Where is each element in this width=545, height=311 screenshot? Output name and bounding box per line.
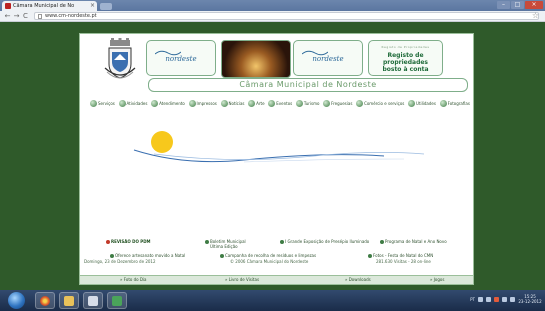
browser-tabstrip: Câmara Municipal de No × – □ × [0, 0, 545, 11]
register-line2: bosto à conta [382, 66, 429, 73]
nav-bullet-icon [188, 99, 196, 107]
footer-nav: » Foto do Dia » Livro de Visitas » Downl… [80, 275, 473, 284]
news-boletim[interactable]: Boletim Municipal Última Edição [205, 239, 246, 249]
nav-bullet-icon [118, 99, 126, 107]
bullet-icon [380, 239, 384, 244]
window-close-button[interactable]: × [525, 1, 543, 9]
nav-bullet-icon [268, 99, 276, 107]
mail-icon [88, 295, 98, 306]
clock-date: 23-12-2012 [518, 299, 542, 304]
new-tab-button[interactable] [100, 3, 112, 10]
nav-bullet-icon [439, 99, 447, 107]
site-title: Câmara Municipal de Nordeste [148, 78, 468, 92]
news-date: Domingo, 23 de Dezembro de 2012 [84, 259, 156, 264]
news-fotos-festa[interactable]: Fotos - Festa de Natal do CMN [368, 253, 433, 258]
taskbar-mail-button[interactable] [83, 292, 103, 309]
banner-left[interactable]: nordeste [146, 40, 216, 76]
browser-icon [40, 295, 50, 306]
system-clock[interactable]: 15:25 23-12-2012 [518, 294, 542, 304]
news-artesanato[interactable]: Oferece artesanato movido a Natal [110, 253, 185, 258]
nav-item-comercio[interactable]: Comércio e serviços [356, 99, 404, 107]
copyright: © 2006 Câmara Municipal do Nordeste [230, 259, 309, 264]
network-icon[interactable] [502, 297, 507, 302]
nav-item-eventos[interactable]: Eventos [268, 99, 292, 107]
antivirus-icon[interactable] [494, 297, 499, 302]
system-tray: PT [470, 297, 515, 302]
start-button[interactable] [8, 292, 25, 309]
nav-item-freguesias[interactable]: Freguesias [323, 99, 352, 107]
bookmark-star-icon[interactable]: ☆ [532, 12, 539, 20]
nav-item-atividades[interactable]: Atividades [118, 99, 147, 107]
flag-icon[interactable] [486, 297, 491, 302]
bullet-icon [220, 253, 224, 258]
bullet-icon [205, 239, 209, 244]
back-button[interactable]: ← [3, 12, 12, 20]
banner-left-logo: nordeste [165, 55, 197, 63]
sun-horizon-illustration [133, 131, 425, 163]
municipal-crest-icon [104, 38, 136, 79]
tab-title: Câmara Municipal de No [13, 3, 75, 9]
register-small-text: Registo de Propriedades [381, 45, 430, 49]
reload-button[interactable]: C [21, 12, 30, 20]
bullet-icon [106, 239, 110, 244]
address-url: www.cm-nordeste.pt [45, 13, 97, 19]
footer-link-livro-visitas[interactable]: » Livro de Visitas [225, 277, 259, 282]
taskbar-browser-button[interactable] [35, 292, 55, 309]
property-register-banner[interactable]: Registo de Propriedades Registo de propr… [368, 40, 443, 76]
volume-icon[interactable] [510, 297, 515, 302]
nav-bullet-icon [295, 99, 303, 107]
news-programa-natal[interactable]: Programa de Natal e Ano Novo [380, 239, 447, 244]
footer-link-jogos[interactable]: » Jogos [430, 277, 444, 282]
bullet-icon [110, 253, 114, 258]
nav-item-fotografias[interactable]: Fotografias [439, 99, 470, 107]
nav-item-utilidades[interactable]: Utilidades [408, 99, 436, 107]
language-indicator[interactable]: PT [470, 297, 475, 302]
nav-item-noticias[interactable]: Notícias [220, 99, 245, 107]
minimize-button[interactable]: – [497, 1, 510, 9]
footer-link-downloads[interactable]: » Downloads [345, 277, 371, 282]
news-campanha[interactable]: Campanha de recolha de resíduos e limpez… [220, 253, 316, 258]
tab-close-icon[interactable]: × [90, 3, 97, 9]
bullet-icon [280, 239, 284, 244]
maximize-button[interactable]: □ [511, 1, 524, 9]
nav-item-impressos[interactable]: Impressos [188, 99, 217, 107]
taskbar-explorer-button[interactable] [59, 292, 79, 309]
nav-bullet-icon [248, 99, 256, 107]
nav-bullet-icon [151, 99, 159, 107]
nav-item-atendimento[interactable]: Atendimento [151, 99, 185, 107]
website-frame: nordeste nordeste Registo de Propriedade… [79, 33, 474, 285]
window-controls: – □ × [497, 1, 543, 9]
nav-item-arte[interactable]: Arte [248, 99, 265, 107]
forward-button[interactable]: → [12, 12, 21, 20]
banner-right[interactable]: nordeste [293, 40, 363, 76]
browser-tab[interactable]: Câmara Municipal de No × [2, 1, 97, 11]
nav-bullet-icon [220, 99, 228, 107]
news-pdm[interactable]: REVISÃO DO PDM [106, 239, 151, 244]
nav-item-turismo[interactable]: Turismo [295, 99, 319, 107]
page-icon [38, 13, 42, 19]
nav-item-servicos[interactable]: Serviços [90, 99, 115, 107]
spreadsheet-icon [112, 295, 122, 306]
footer-link-foto-dia[interactable]: » Foto do Dia [120, 277, 147, 282]
folder-icon [64, 295, 74, 306]
nav-bullet-icon [90, 99, 97, 107]
taskbar-app-button[interactable] [107, 292, 127, 309]
address-bar[interactable]: www.cm-nordeste.pt [34, 12, 539, 20]
browser-toolbar: ← → C www.cm-nordeste.pt ☆ [0, 11, 545, 22]
nav-bullet-icon [408, 99, 416, 107]
bullet-icon [368, 253, 372, 258]
site-favicon-icon [5, 3, 11, 9]
news-exposicao[interactable]: I Grande Exposição de Presépio Iluminado [280, 239, 369, 244]
nav-bullet-icon [356, 99, 364, 107]
main-nav: Serviços Atividades Atendimento Impresso… [90, 98, 470, 108]
church-night-photo [221, 40, 291, 78]
register-line1: Registo de propriedades [382, 52, 429, 66]
banner-right-logo: nordeste [312, 55, 344, 63]
nav-bullet-icon [323, 99, 331, 107]
windows-taskbar: PT 15:25 23-12-2012 [0, 290, 545, 311]
visit-counter: 281.630 Visitas - 28 on-line [376, 259, 431, 264]
tray-arrow-icon[interactable] [478, 297, 483, 302]
